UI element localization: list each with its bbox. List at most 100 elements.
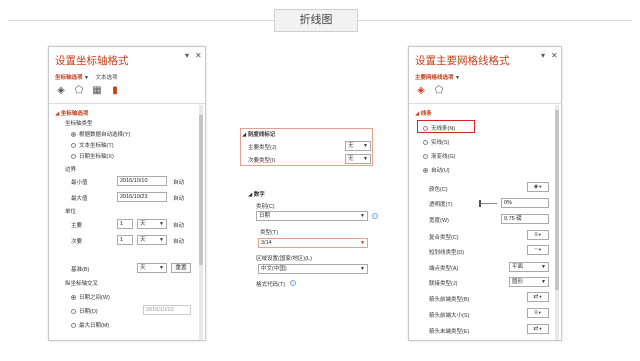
chevron-down-icon: ▼	[538, 294, 543, 299]
width-input[interactable]: 0.75 磅	[501, 214, 549, 224]
major-input[interactable]: 1	[117, 219, 133, 229]
section-label: 坐标轴选项	[60, 111, 89, 117]
slider-handle[interactable]	[479, 200, 481, 207]
radio-between-dates[interactable]: 日期之间(W)	[71, 293, 110, 301]
major-type-select[interactable]: 无 ▼	[345, 141, 371, 151]
scrollbar-thumb[interactable]	[555, 110, 559, 290]
chevron-down-icon[interactable]: ▼	[84, 75, 89, 81]
tab-text-options[interactable]: 文本选项	[96, 75, 118, 81]
radio-automatic[interactable]: 自动(U)	[423, 166, 450, 174]
format-axis-pane: 设置坐标轴格式 ▾ ✕ 坐标轴选项 ▼ 文本选项 ◈ ⬠ ▦ ▮ ◢ 坐标轴选项…	[48, 46, 206, 341]
minor-type-select[interactable]: 无 ▼	[345, 154, 371, 164]
effects-icon[interactable]: ⬠	[433, 85, 445, 97]
pane-title: 设置坐标轴格式	[55, 55, 129, 67]
radio-icon	[423, 168, 428, 174]
radio-max-date[interactable]: 最大日期(M)	[71, 321, 109, 329]
fill-line-icon[interactable]: ◈	[415, 85, 427, 97]
section-line[interactable]: ◢ 线条	[415, 109, 432, 117]
begin-arrow-type-label: 箭头前端类型(B)	[429, 297, 470, 303]
radio-date-axis[interactable]: 日期坐标轴(X)	[71, 152, 114, 160]
chevron-down-icon[interactable]: ▼	[455, 75, 460, 81]
section-number[interactable]: ◢ 数字	[248, 190, 265, 198]
divider	[49, 103, 205, 104]
radio-label: 根据数据自动选择(Y)	[79, 132, 131, 138]
minor-auto-label: 自动	[173, 239, 185, 245]
select-value: 天	[140, 237, 146, 243]
radio-label: 日期坐标轴(X)	[79, 154, 114, 160]
begin-arrow-type-select[interactable]: ⇄▼	[527, 292, 549, 302]
radio-gradient-line[interactable]: 渐变线(G)	[423, 152, 455, 160]
chevron-down-icon: ▼	[537, 247, 542, 252]
category-label: 类别(C)	[256, 204, 275, 210]
join-label: 联接类型(J)	[429, 281, 458, 287]
minor-type-label: 次要类型(I)	[248, 158, 276, 164]
select-value: 天	[140, 221, 146, 227]
select-value: 圆形	[512, 279, 524, 285]
radio-label: 渐变线(G)	[431, 154, 456, 160]
region-label: 区域设置(国家/地区)(L)	[256, 256, 312, 262]
min-auto-label: 自动	[173, 180, 185, 186]
type-label: 类型(T)	[260, 230, 279, 236]
scrollbar[interactable]	[199, 105, 203, 340]
scrollbar-thumb[interactable]	[199, 115, 203, 265]
section-axis-options[interactable]: ◢ 坐标轴选项	[55, 109, 88, 117]
select-value: 日期	[259, 213, 271, 219]
cap-select[interactable]: 平面 ▼	[509, 262, 549, 272]
region-select[interactable]: 中文(中国) ▼	[258, 264, 368, 274]
chevron-down-icon: ▼	[159, 237, 164, 243]
category-select[interactable]: 日期 ▼	[256, 211, 368, 221]
max-input[interactable]: 2016/10/23	[117, 192, 167, 202]
transparency-input[interactable]: 0%	[501, 198, 549, 208]
close-icon[interactable]: ✕	[195, 51, 202, 60]
scrollbar[interactable]	[555, 105, 559, 340]
axis-options-icon[interactable]: ▮	[109, 85, 121, 97]
tab-gridline-options[interactable]: 主要网格线选项	[415, 75, 454, 81]
max-auto-label: 自动	[173, 196, 185, 202]
min-input[interactable]: 2016/10/10	[117, 176, 167, 186]
chevron-down-icon: ▼	[541, 264, 546, 270]
fill-icon[interactable]: ◈	[55, 85, 67, 97]
transparency-label: 透明度(T)	[429, 202, 453, 208]
divider	[409, 103, 561, 104]
major-type-label: 主要类型(J)	[248, 145, 277, 151]
info-icon[interactable]: i	[290, 280, 296, 286]
info-icon[interactable]: i	[372, 213, 378, 219]
radio-label: 无线条(N)	[431, 126, 456, 132]
chevron-down-icon: ▼	[363, 156, 368, 162]
chevron-down-icon: ▼	[538, 184, 543, 189]
transparency-slider[interactable]	[479, 203, 497, 204]
radio-solid-line[interactable]: 实线(S)	[423, 138, 449, 146]
major-unit-select[interactable]: 天 ▼	[137, 219, 167, 229]
radio-text-axis[interactable]: 文本坐标轴(T)	[71, 141, 114, 149]
pane-options-icon[interactable]: ▾	[541, 51, 545, 60]
effects-icon[interactable]: ⬠	[73, 85, 85, 97]
minor-input[interactable]: 1	[117, 235, 133, 245]
tab-bar: 坐标轴选项 ▼ 文本选项	[55, 73, 118, 81]
select-value: 天	[140, 265, 146, 271]
section-tick-marks[interactable]: ◢ 刻度线标记	[242, 130, 275, 138]
size-icon[interactable]: ▦	[91, 85, 103, 97]
cross-date-input[interactable]: 2016/10/10	[143, 305, 191, 315]
cross-label: 纵坐标轴交叉	[65, 281, 99, 287]
close-icon[interactable]: ✕	[551, 51, 558, 60]
compound-select[interactable]: ≡▼	[527, 230, 549, 240]
radio-icon	[423, 126, 428, 132]
end-arrow-type-select[interactable]: ⇄▼	[527, 324, 549, 334]
radio-icon	[71, 309, 76, 315]
type-select[interactable]: 3/14 ▼	[258, 238, 368, 248]
chevron-down-icon: ▼	[360, 213, 365, 219]
minor-unit-select[interactable]: 天 ▼	[137, 235, 167, 245]
min-label: 最小值	[71, 180, 88, 186]
radio-no-line[interactable]: 无线条(N)	[423, 124, 455, 132]
reset-button[interactable]: 重置	[171, 263, 191, 273]
dash-select[interactable]: ┄▼	[527, 245, 549, 255]
base-unit-select[interactable]: 天 ▼	[137, 263, 167, 273]
pane-options-icon[interactable]: ▾	[185, 51, 189, 60]
color-picker[interactable]: ◈▼	[527, 182, 549, 192]
tab-axis-options[interactable]: 坐标轴选项	[55, 75, 83, 81]
join-select[interactable]: 圆形 ▼	[509, 277, 549, 287]
select-value: 中文(中国)	[261, 266, 287, 272]
radio-date[interactable]: 日期(D)	[71, 307, 98, 315]
radio-auto[interactable]: 根据数据自动选择(Y)	[71, 130, 130, 138]
begin-arrow-size-select[interactable]: ≡▼	[527, 308, 549, 318]
